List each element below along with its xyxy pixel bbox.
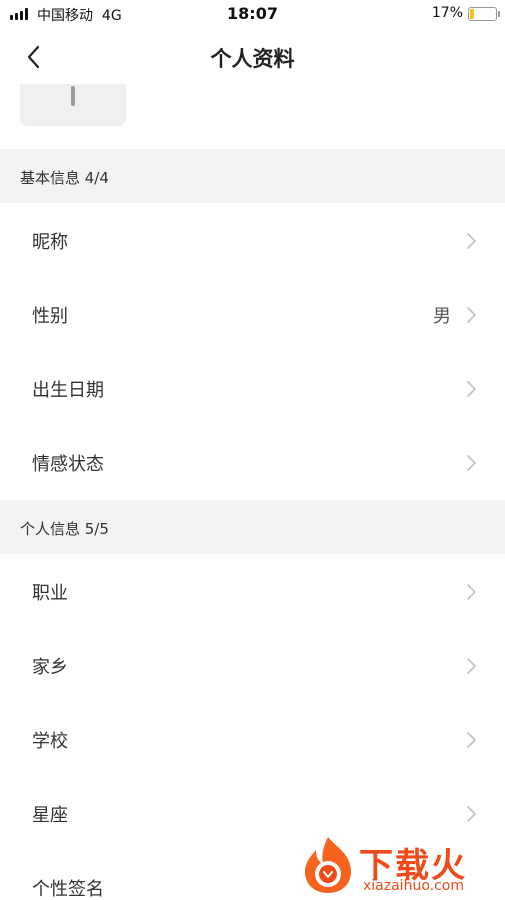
row-label: 昵称 xyxy=(32,232,68,253)
row-label: 性别 xyxy=(32,306,68,327)
row-relationship-status[interactable]: 情感状态 xyxy=(0,425,505,499)
watermark-site: xiazaihuo.com xyxy=(363,878,464,894)
row-label: 家乡 xyxy=(32,657,68,678)
row-label: 职业 xyxy=(32,583,68,604)
row-label: 学校 xyxy=(32,731,68,752)
row-label: 情感状态 xyxy=(32,454,104,475)
section-header-basic: 基本信息 4/4 xyxy=(0,149,505,203)
row-nickname[interactable]: 昵称 xyxy=(0,203,505,277)
photo-tile[interactable] xyxy=(20,84,126,126)
battery-level-fill xyxy=(470,9,474,19)
row-label: 个性签名 xyxy=(32,879,104,900)
status-time: 18:07 xyxy=(227,4,278,23)
row-school[interactable]: 学校 xyxy=(0,702,505,776)
row-value: 男 xyxy=(433,306,451,327)
row-label: 星座 xyxy=(32,805,68,826)
row-occupation[interactable]: 职业 xyxy=(0,554,505,628)
watermark-logo: 下载火 xiazaihuo.com xyxy=(297,834,501,896)
row-gender[interactable]: 性别 男 xyxy=(0,277,505,351)
page-title: 个人资料 xyxy=(210,47,295,71)
battery-percent: 17% xyxy=(431,5,463,21)
section-header-personal: 个人信息 5/5 xyxy=(0,500,505,554)
flame-logo-icon xyxy=(305,837,351,893)
status-bar: 中国移动 4G 18:07 17% xyxy=(0,0,505,28)
chevron-right-icon xyxy=(467,233,476,249)
chevron-right-icon xyxy=(467,381,476,397)
section-title-personal: 个人信息 5/5 xyxy=(20,520,109,538)
row-birthday[interactable]: 出生日期 xyxy=(0,351,505,425)
row-label: 出生日期 xyxy=(32,380,104,401)
chevron-right-icon xyxy=(467,806,476,822)
chevron-right-icon xyxy=(467,658,476,674)
chevron-right-icon xyxy=(467,584,476,600)
chevron-right-icon xyxy=(467,455,476,471)
section-title-basic: 基本信息 4/4 xyxy=(20,169,109,187)
chevron-right-icon xyxy=(467,307,476,323)
battery-icon xyxy=(468,7,500,21)
row-hometown[interactable]: 家乡 xyxy=(0,628,505,702)
chevron-right-icon xyxy=(467,732,476,748)
photo-placeholder-icon xyxy=(71,86,75,106)
nav-bar: 个人资料 xyxy=(0,28,505,84)
